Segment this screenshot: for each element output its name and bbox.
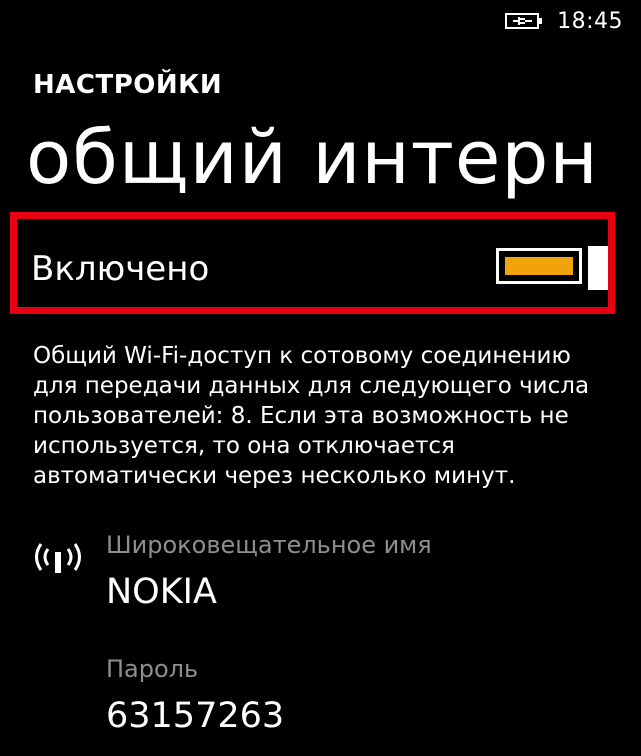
- internet-sharing-toggle[interactable]: [496, 246, 608, 290]
- broadcast-name-label: Широковещательное имя: [106, 531, 432, 559]
- wifi-broadcast-icon: [35, 543, 81, 573]
- sharing-description: Общий Wi-Fi-доступ к сотовому соединению…: [33, 343, 590, 489]
- battery-charging-icon: [505, 13, 543, 29]
- toggle-thumb[interactable]: [588, 246, 608, 290]
- broadcast-name-value[interactable]: NOKIA: [106, 572, 217, 612]
- password-value[interactable]: 63157263: [106, 696, 284, 736]
- password-label: Пароль: [106, 655, 199, 683]
- status-bar: 18:45: [505, 6, 623, 36]
- toggle-fill: [505, 257, 573, 275]
- clock: 18:45: [557, 8, 623, 34]
- app-title: НАСТРОЙКИ: [33, 70, 223, 100]
- toggle-state-label: Включено: [31, 249, 210, 289]
- page-title: общий интерн: [26, 115, 599, 201]
- toggle-track: [496, 248, 582, 284]
- internet-sharing-toggle-row[interactable]: Включено: [10, 212, 615, 314]
